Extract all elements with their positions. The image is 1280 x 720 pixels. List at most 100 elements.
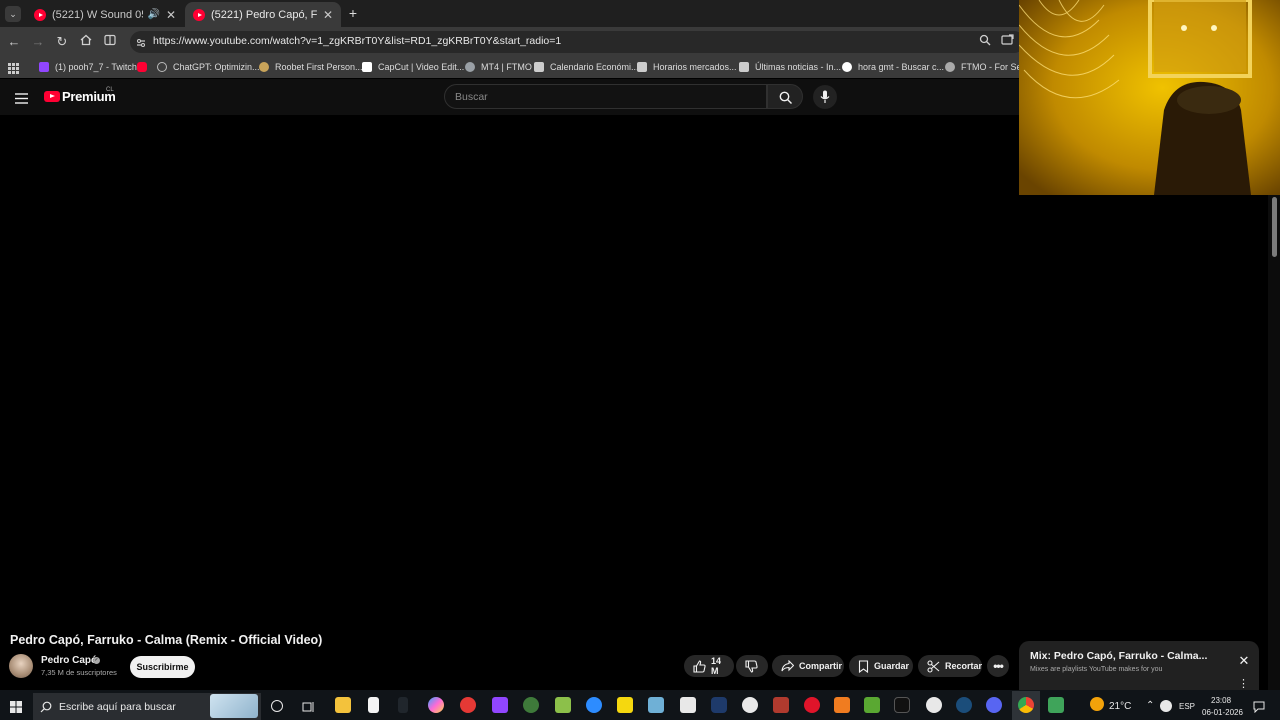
save-label: Guardar [874, 661, 910, 671]
voice-search-button[interactable] [813, 85, 837, 109]
app-icon[interactable] [711, 697, 727, 713]
sticky-notes-icon[interactable] [617, 697, 633, 713]
bookmark-youtube[interactable] [137, 60, 153, 74]
youtube-icon [137, 62, 147, 72]
channel-name[interactable]: Pedro Capó [41, 655, 97, 666]
bookmark-chatgpt[interactable]: ChatGPT: Optimizin... [157, 60, 260, 74]
forward-icon[interactable]: → [29, 33, 47, 51]
app-icon[interactable] [773, 697, 789, 713]
app-icon[interactable] [1048, 697, 1064, 713]
bookmark-calendario[interactable]: Calendario Económi... [534, 60, 639, 74]
chrome-icon[interactable] [1018, 697, 1034, 713]
clip-label: Recortar [945, 661, 983, 671]
mix-title[interactable]: Mix: Pedro Capó, Farruko - Calma... [1030, 650, 1207, 662]
bookmark-capcut[interactable]: CapCut | Video Edit... [362, 60, 464, 74]
opera-icon[interactable] [804, 697, 820, 713]
notepad-icon[interactable] [368, 697, 379, 713]
speaker-icon[interactable]: 🔊 [147, 9, 159, 20]
search-highlight-image [210, 694, 258, 718]
tab-calma[interactable]: (5221) Pedro Capó, Farruko - Calma ✕ [185, 2, 341, 27]
reload-icon[interactable]: ↻ [53, 33, 71, 51]
steam-icon[interactable] [956, 697, 972, 713]
bookmark-hora-gmt[interactable]: hora gmt - Buscar c... [842, 60, 944, 74]
new-tab-icon[interactable]: + [346, 6, 360, 20]
share-button[interactable]: Compartir [772, 655, 844, 677]
verified-icon: ✓ [93, 657, 100, 664]
install-app-icon[interactable] [998, 33, 1016, 51]
language-indicator[interactable]: ESP [1179, 702, 1195, 711]
tiktok-icon[interactable] [894, 697, 910, 713]
clock-date[interactable]: 06-01-2026 [1202, 708, 1243, 717]
subscribe-button[interactable]: Suscribirme [130, 656, 195, 678]
anydesk-icon[interactable] [460, 697, 476, 713]
google-icon [842, 62, 852, 72]
thumbs-down-icon [745, 659, 758, 673]
app-icon[interactable] [648, 697, 664, 713]
tab-search-button[interactable]: ⌄ [5, 6, 21, 22]
close-tab-icon[interactable]: ✕ [166, 8, 176, 22]
cortana-icon[interactable] [271, 700, 283, 712]
tab-w-sound[interactable]: (5221) W Sound 05 "LA PLENA" 🔊 ✕ [26, 2, 184, 27]
discord-icon[interactable] [986, 697, 1002, 713]
zoom-app-icon[interactable] [586, 697, 602, 713]
mix-subtitle: Mixes are playlists YouTube makes for yo… [1030, 666, 1163, 673]
home-icon[interactable] [77, 33, 95, 51]
more-vertical-icon[interactable]: ⋮ [1238, 679, 1249, 690]
bookmark-noticias[interactable]: Últimas noticias - In... [739, 60, 841, 74]
clock-time[interactable]: 23:08 [1211, 696, 1231, 705]
app-icon[interactable] [926, 697, 942, 713]
subscriber-count: 7,35 M de suscriptores [41, 668, 117, 677]
back-icon[interactable]: ← [5, 33, 23, 51]
settings-gear-icon[interactable] [742, 697, 758, 713]
weather-sun-icon [1090, 697, 1104, 711]
youtube-favicon-icon [34, 8, 46, 21]
app-icon[interactable] [834, 697, 850, 713]
more-horizontal-icon: ••• [993, 659, 1004, 673]
bookmark-horarios[interactable]: Horarios mercados... [637, 60, 737, 74]
temperature[interactable]: 21°C [1109, 701, 1131, 712]
network-globe-icon[interactable] [1160, 700, 1172, 712]
capcut-icon[interactable] [680, 697, 696, 713]
youtube-logo-icon[interactable] [44, 91, 60, 102]
microphone-icon [820, 90, 830, 103]
search-input[interactable] [444, 84, 767, 109]
investing-icon [637, 62, 647, 72]
scrollbar[interactable] [1268, 195, 1280, 690]
save-button[interactable]: Guardar [849, 655, 913, 677]
side-panel-icon[interactable] [101, 33, 119, 51]
share-icon [781, 660, 794, 672]
search-button[interactable] [767, 84, 803, 109]
site-info-icon[interactable] [135, 36, 147, 48]
minecraft-icon[interactable] [864, 697, 880, 713]
twitch-icon[interactable] [492, 697, 508, 713]
capcut-icon [362, 62, 372, 72]
windows-start-icon[interactable] [10, 700, 22, 713]
chevron-up-icon[interactable]: ⌃ [1146, 700, 1154, 711]
copilot-icon[interactable] [428, 697, 444, 713]
apps-grid-icon[interactable] [8, 61, 19, 74]
investing-icon [534, 62, 544, 72]
scrollbar-thumb[interactable] [1272, 197, 1277, 257]
channel-avatar[interactable] [9, 654, 33, 678]
clip-button[interactable]: Recortar [918, 655, 982, 677]
close-icon[interactable]: ✕ [1236, 653, 1252, 669]
search-placeholder: Buscar [455, 91, 488, 103]
task-view-icon[interactable] [302, 700, 315, 712]
thumbs-up-icon [693, 659, 706, 673]
bookmark-roobet[interactable]: Roobet First Person... [259, 60, 363, 74]
dislike-button[interactable] [736, 655, 768, 677]
more-actions-button[interactable]: ••• [987, 655, 1009, 677]
bookmark-twitch[interactable]: (1) pooh7_7 - Twitch [39, 60, 137, 74]
notification-icon[interactable] [1253, 700, 1265, 718]
zoom-icon[interactable] [976, 33, 994, 51]
like-button[interactable]: 14 M [684, 655, 734, 677]
close-tab-icon[interactable]: ✕ [323, 8, 333, 22]
notepad-plus-icon[interactable] [555, 697, 571, 713]
tab-title: (5221) W Sound 05 "LA PLENA" [52, 8, 143, 21]
region-code: CL [106, 87, 114, 93]
bookmark-mt4[interactable]: MT4 | FTMO [465, 60, 532, 74]
app-icon[interactable] [523, 697, 539, 713]
file-explorer-icon[interactable] [335, 697, 351, 713]
app-icon[interactable] [398, 697, 408, 713]
menu-icon[interactable] [15, 91, 28, 104]
